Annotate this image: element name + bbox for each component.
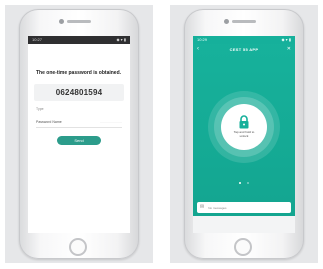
password-placeholder: ······················ [100, 120, 122, 124]
bottom-strip [193, 216, 295, 233]
status-bar: 10:27 ◆ ▾ ▮ [28, 36, 130, 44]
type-label: Type [36, 107, 44, 111]
unlock-button[interactable]: Tap and hold to unlock [221, 104, 267, 150]
phone-screen: 10:29 ◆ ▾ ▮ ‹ CEST 55 APP ✕ Tap and hold… [193, 36, 295, 233]
password-field[interactable]: Password Name ······················ [36, 120, 122, 128]
message-icon: ✉ [200, 204, 205, 210]
right-screenshot-panel: 10:29 ◆ ▾ ▮ ‹ CEST 55 APP ✕ Tap and hold… [170, 5, 318, 263]
messages-bar[interactable]: ✉ No messages [197, 202, 291, 213]
status-time: 10:29 [197, 37, 208, 42]
messages-label: No messages [208, 205, 227, 210]
status-bar: 10:29 ◆ ▾ ▮ [193, 36, 295, 44]
phone-frame: 10:29 ◆ ▾ ▮ ‹ CEST 55 APP ✕ Tap and hold… [184, 9, 304, 259]
front-camera [224, 19, 229, 24]
phone-speaker [232, 20, 256, 23]
otp-title: The one-time password is obtained. [36, 70, 122, 76]
status-icons: ◆ ▾ ▮ [281, 37, 291, 42]
status-icons: ◆ ▾ ▮ [116, 37, 126, 42]
app-header: ‹ CEST 55 APP ✕ [193, 44, 295, 54]
left-screenshot-panel: 10:27 ◆ ▾ ▮ The one-time password is obt… [5, 5, 153, 263]
back-icon[interactable]: ‹ [197, 45, 199, 53]
close-icon[interactable]: ✕ [287, 45, 291, 53]
phone-screen: 10:27 ◆ ▾ ▮ The one-time password is obt… [28, 36, 130, 233]
front-camera [59, 19, 64, 24]
unlock-ring-outer: Tap and hold to unlock [208, 91, 280, 163]
otp-value: 0624801594 [55, 88, 103, 97]
send-button[interactable]: Send [57, 136, 101, 145]
status-time: 10:27 [32, 37, 43, 42]
phone-speaker [67, 20, 91, 23]
home-button[interactable] [234, 238, 252, 256]
phone-frame: 10:27 ◆ ▾ ▮ The one-time password is obt… [19, 9, 139, 259]
lock-icon [239, 115, 249, 129]
password-label: Password Name [36, 120, 62, 124]
app-title: CEST 55 APP [229, 46, 259, 52]
unlock-instruction: Tap and hold to unlock [233, 130, 255, 138]
page-indicator [193, 171, 295, 189]
otp-box: 0624801594 [34, 84, 124, 101]
page-dot-active [238, 182, 241, 184]
home-button[interactable] [69, 238, 87, 256]
page-dot [247, 182, 250, 184]
unlock-ring-middle: Tap and hold to unlock [214, 97, 274, 157]
